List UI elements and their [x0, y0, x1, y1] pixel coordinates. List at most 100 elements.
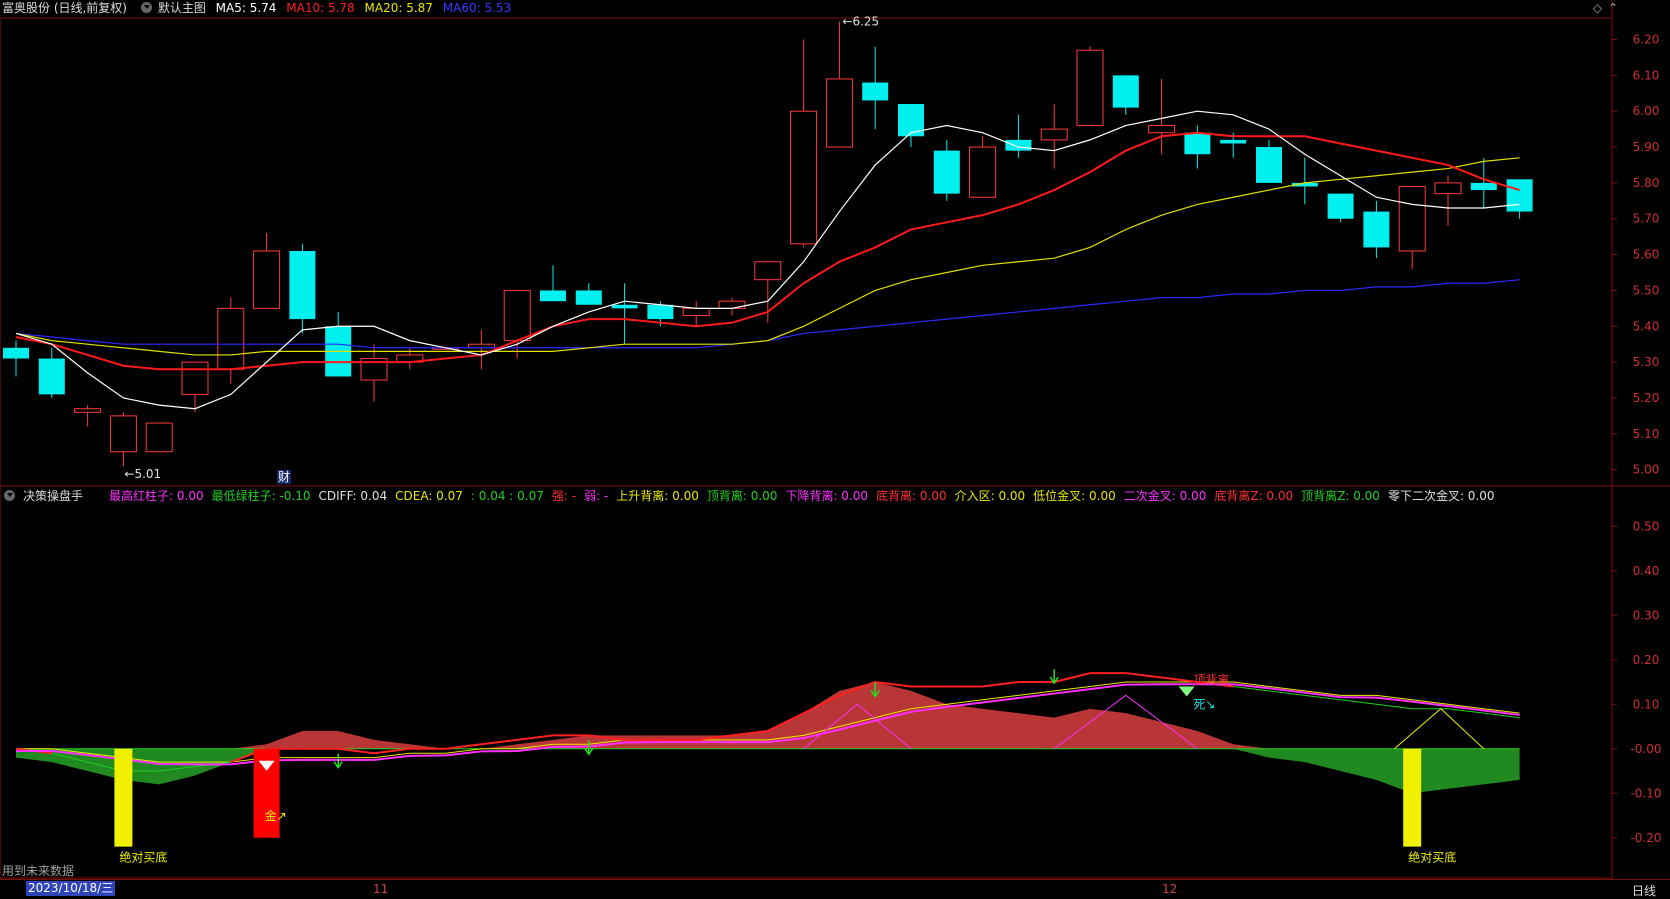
- candle-body-down: [1005, 139, 1032, 151]
- candle-body-down: [1363, 211, 1390, 248]
- candle-body-down: [3, 347, 29, 359]
- indicator-item-2: CDIFF: 0.04: [318, 489, 388, 503]
- chart-canvas[interactable]: 6.20 6.10 6.00 5.90 5.80 5.70 5.60 5.50 5.40 5.30…: [0, 0, 1670, 897]
- y-tick-label: 5.10: [1633, 427, 1660, 441]
- indicator-header: 决策操盘手 最高红柱子: 0.00 最低绿柱子: -0.10 CDIFF: 0.04 C…: [0, 487, 1511, 505]
- candle-body-up: [790, 110, 818, 245]
- y-tick-label: 5.00: [1633, 463, 1660, 477]
- ma60-value: MA60: 5.53: [442, 1, 512, 15]
- sub-y-tick-label: 0.50: [1633, 519, 1660, 533]
- template-name[interactable]: 默认主图: [158, 1, 206, 15]
- window-controls: ◇ ⌃: [1587, 1, 1618, 15]
- candle-body-up: [1076, 49, 1104, 127]
- indicator-item-1: 最低绿柱子: -0.10: [211, 489, 311, 503]
- candle-body-down: [1256, 147, 1282, 183]
- candle-body-down: [38, 358, 65, 395]
- y-tick-label: 5.40: [1633, 319, 1660, 333]
- buy-bottom-bar: [1403, 748, 1422, 847]
- candle-body-down: [289, 251, 316, 320]
- candle-body-down: [1470, 182, 1497, 191]
- cdiff-segment: [481, 738, 518, 746]
- main-chart-header: 富奥股份 (日线,前复权) 默认主图 MA5: 5.74 MA10: 5.78 …: [0, 0, 517, 18]
- dropdown-icon[interactable]: [140, 2, 152, 13]
- candle-body-up: [1040, 128, 1068, 141]
- candle-body-down: [1327, 193, 1354, 219]
- diamond-icon[interactable]: ◇: [1593, 1, 1602, 15]
- y-tick-label: 6.20: [1633, 33, 1660, 47]
- ma10-value: MA10: 5.78: [286, 1, 355, 15]
- indicator-dropdown-icon[interactable]: [4, 490, 15, 501]
- indicator-item-14: 底背离Z: 0.00: [1214, 489, 1294, 503]
- finance-marker: 财: [278, 470, 290, 484]
- buy-bottom-label-2: 绝对买底: [1408, 850, 1456, 865]
- indicator-item-12: 低位金叉: 0.00: [1033, 489, 1116, 503]
- macd-negative-area: [16, 748, 1520, 794]
- chevron-up-icon[interactable]: ⌃: [1608, 1, 1618, 15]
- candle-body-down: [862, 82, 889, 101]
- candle-body-down: [611, 304, 638, 309]
- ma20-value: MA20: 5.87: [364, 1, 433, 15]
- candle-body-up: [1398, 185, 1426, 252]
- cdiff-segment: [1053, 672, 1091, 683]
- period-tab[interactable]: 日线: [1632, 882, 1656, 899]
- indicator-name[interactable]: 决策操盘手: [23, 489, 83, 503]
- indicator-item-15: 顶背离Z: 0.00: [1301, 489, 1380, 503]
- cursor-date: 2023/10/18/三: [26, 881, 116, 896]
- candle-body-up: [754, 261, 782, 281]
- high-price-annotation: ←6.25: [842, 15, 879, 29]
- buy-bottom-label: 绝对买底: [119, 850, 167, 865]
- y-tick-label: 5.30: [1633, 355, 1660, 369]
- indicator-item-13: 二次金叉: 0.00: [1123, 489, 1207, 503]
- cdiff-segment: [1340, 699, 1377, 705]
- y-tick-label: 6.00: [1633, 104, 1660, 118]
- y-tick-label: 5.20: [1633, 391, 1660, 405]
- candle-body-up: [969, 146, 997, 198]
- cdiff-segment: [373, 747, 410, 755]
- sub-y-tick-label: -0.10: [1630, 786, 1661, 800]
- cdiff-segment: [982, 681, 1019, 688]
- sub-y-tick-label: -0.20: [1630, 831, 1661, 845]
- death-cross-icon: [1178, 686, 1195, 697]
- indicator-item-3: CDEA: 0.07: [395, 489, 463, 503]
- future-data-note: 用到未来数据: [2, 864, 75, 878]
- cdiff-segment: [1161, 676, 1198, 683]
- candle-body-down: [1184, 132, 1211, 155]
- cdiff-segment: [445, 743, 482, 750]
- y-tick-label: 5.70: [1633, 212, 1660, 226]
- buy-bottom-bar: [114, 748, 133, 847]
- cdiff-segment: [517, 734, 554, 741]
- cdiff-segment: [338, 747, 375, 755]
- top-divergence-label: 顶背离: [1193, 672, 1229, 687]
- candle-body-up: [145, 422, 173, 453]
- indicator-values: 最高红柱子: 0.00 最低绿柱子: -0.10 CDIFF: 0.04 CDEA: …: [109, 489, 1503, 503]
- candle-body-up: [253, 250, 281, 309]
- indicator-item-4: : 0.04 : 0.07: [470, 489, 544, 503]
- indicator-item-10: 底背离: 0.00: [876, 489, 947, 503]
- candle-body-up: [1148, 125, 1176, 134]
- candle-body-up: [74, 408, 102, 413]
- candle-body-down: [933, 150, 960, 194]
- sub-y-tick-label: 0.40: [1633, 564, 1660, 578]
- candle-body-up: [825, 78, 853, 148]
- death-cross-label: 死↘: [1193, 698, 1215, 712]
- sub-y-tick-label: 0.30: [1633, 608, 1660, 622]
- indicator-item-5: 强: -: [551, 489, 577, 503]
- indicator-item-6: 弱: -: [584, 489, 609, 503]
- candle-body-up: [682, 307, 710, 317]
- candle-body-down: [540, 290, 566, 302]
- zone-marker: [1393, 708, 1485, 750]
- candle-body-up: [503, 289, 531, 342]
- x-label-november: 11: [373, 882, 389, 896]
- indicator-item-11: 介入区: 0.00: [954, 489, 1026, 503]
- indicator-item-7: 上升背离: 0.00: [616, 489, 699, 503]
- cdiff-segment: [1376, 703, 1413, 710]
- sub-y-tick-label: -0.00: [1630, 742, 1661, 756]
- sub-y-tick-label: 0.10: [1633, 697, 1660, 711]
- indicator-item-8: 顶背离: 0.00: [706, 489, 778, 503]
- low-price-annotation: ←5.01: [124, 467, 161, 481]
- stock-title[interactable]: 富奥股份 (日线,前复权): [2, 1, 127, 15]
- indicator-item-16: 零下二次金叉: 0.00: [1387, 489, 1495, 503]
- y-tick-label: 5.60: [1633, 248, 1660, 262]
- indicator-item-9: 下降背离: 0.00: [785, 489, 869, 503]
- y-tick-label: 6.10: [1633, 68, 1660, 82]
